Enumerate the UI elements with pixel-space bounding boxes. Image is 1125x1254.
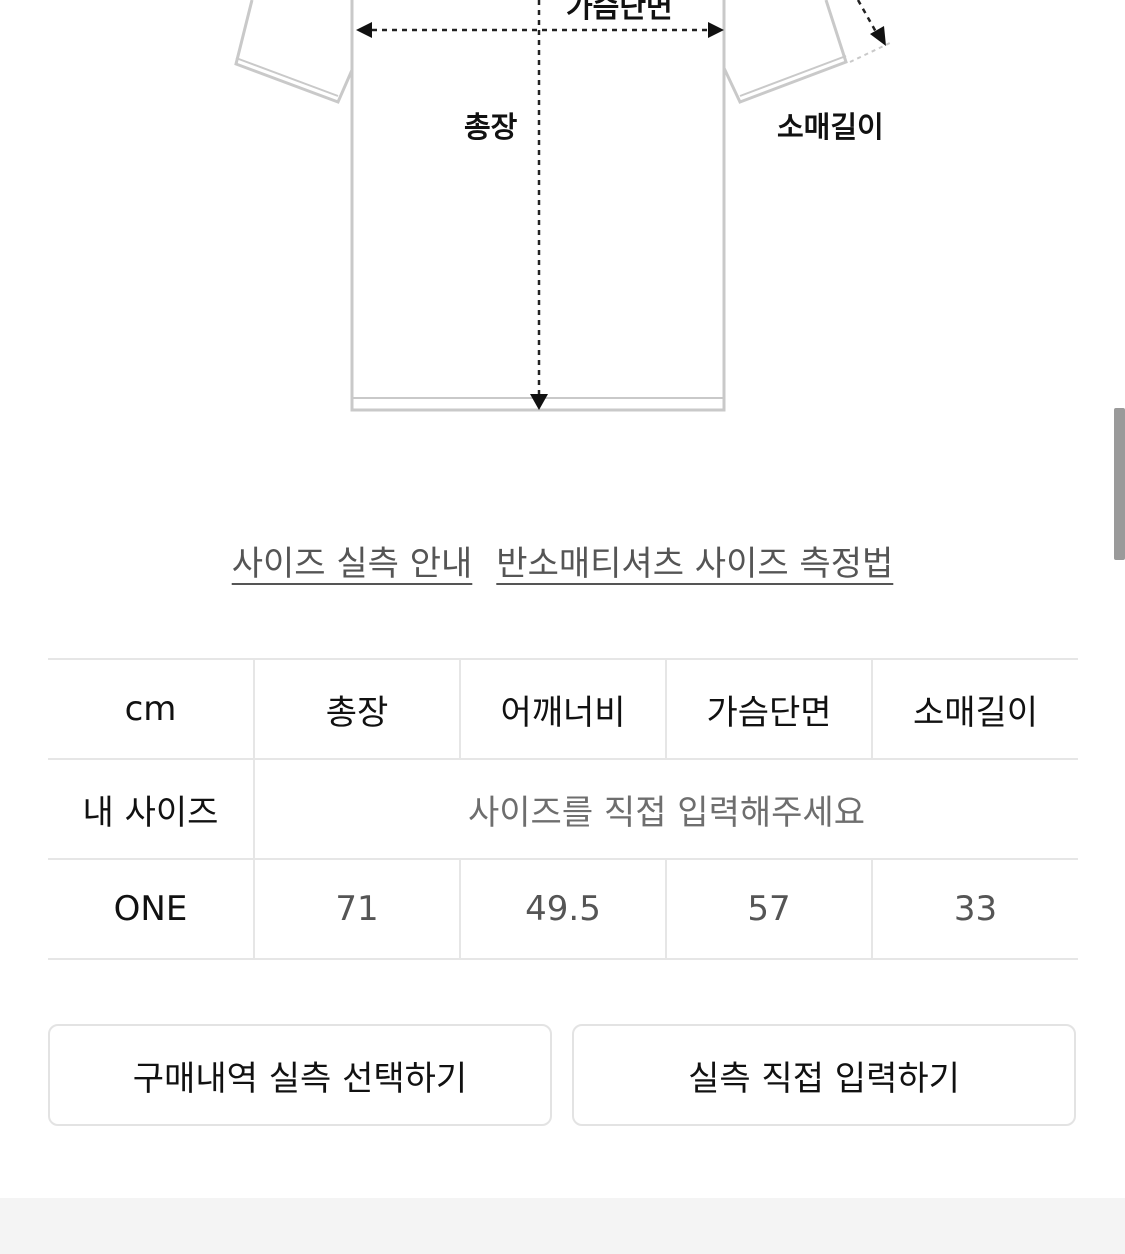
header-sleeve: 소매길이 xyxy=(871,658,1078,760)
header-shoulder: 어깨너비 xyxy=(459,658,666,760)
section-divider xyxy=(0,1198,1125,1254)
header-chest: 가슴단면 xyxy=(665,658,872,760)
sleeve-label: 소매길이 xyxy=(777,110,884,144)
size-name-cell: ONE xyxy=(48,858,254,960)
size-info-page: 가슴단면 총장 소매길이 사이즈 실측 안내 반소매티셔츠 사이즈 측정법 cm… xyxy=(0,0,1125,1254)
sleeve-cell: 33 xyxy=(871,858,1078,960)
select-purchase-measure-button[interactable]: 구매내역 실측 선택하기 xyxy=(48,1024,552,1126)
my-size-row: 내 사이즈 사이즈를 직접 입력해주세요 xyxy=(48,758,1078,860)
my-size-input-prompt[interactable]: 사이즈를 직접 입력해주세요 xyxy=(253,758,1078,860)
size-guide-link[interactable]: 사이즈 실측 안내 xyxy=(232,536,473,585)
length-label: 총장 xyxy=(464,110,518,144)
tshirt-size-diagram: 가슴단면 총장 소매길이 xyxy=(0,0,1125,480)
direct-input-measure-button[interactable]: 실측 직접 입력하기 xyxy=(572,1024,1076,1126)
chest-cell: 57 xyxy=(665,858,872,960)
size-table: cm 총장 어깨너비 가슴단면 소매길이 내 사이즈 사이즈를 직접 입력해주세… xyxy=(48,658,1078,960)
table-row: ONE 71 49.5 57 33 xyxy=(48,858,1078,960)
shoulder-cell: 49.5 xyxy=(459,858,666,960)
table-header-row: cm 총장 어깨너비 가슴단면 소매길이 xyxy=(48,658,1078,760)
size-guide-links: 사이즈 실측 안내 반소매티셔츠 사이즈 측정법 xyxy=(0,536,1125,585)
chest-label: 가슴단면 xyxy=(566,0,673,24)
header-length: 총장 xyxy=(253,658,460,760)
tshirt-outline xyxy=(234,0,893,412)
my-size-label: 내 사이즈 xyxy=(48,758,254,860)
length-cell: 71 xyxy=(253,858,460,960)
measure-method-link[interactable]: 반소매티셔츠 사이즈 측정법 xyxy=(496,536,893,585)
header-unit: cm xyxy=(48,658,254,760)
